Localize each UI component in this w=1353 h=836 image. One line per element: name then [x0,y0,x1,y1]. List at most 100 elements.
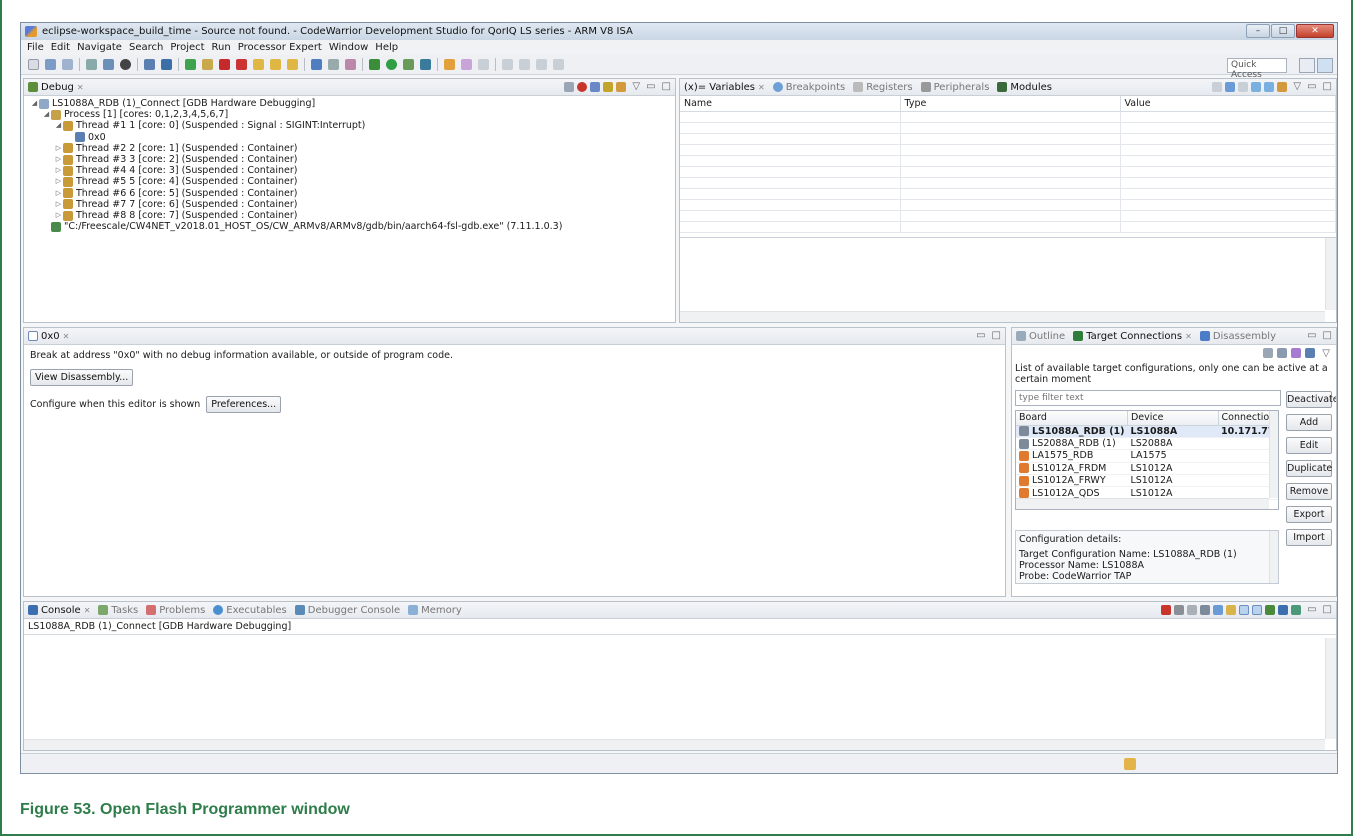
add-button[interactable]: Add [1286,414,1332,431]
add-global-variables-icon[interactable] [1251,81,1262,92]
target-config-row[interactable]: LS1012A_FRDM LS1012A [1016,462,1278,476]
preferences-button[interactable]: Preferences... [206,396,282,413]
tab-outline[interactable]: Outline [1016,331,1065,342]
target-config-row[interactable]: LS1012A_FRWY LS1012A [1016,474,1278,488]
minimize-button[interactable]: – [1246,24,1270,38]
connect-debug-icon[interactable] [590,81,601,92]
minimize-view-icon[interactable]: ▭ [646,81,655,92]
remove-all-terminated-icon[interactable] [1187,604,1198,615]
duplicate-button[interactable]: Duplicate [1286,460,1332,477]
step-mode-icon[interactable] [603,81,614,92]
show-on-stderr-icon[interactable] [1252,604,1263,615]
expand-toggle-icon[interactable]: ◢ [42,109,51,120]
tab-debug-close-icon[interactable]: ✕ [77,83,84,92]
debug-tree-item[interactable]: ▷ Thread #8 8 [core: 7] (Suspended : Cont… [30,210,675,221]
tab-console[interactable]: Console ✕ [28,605,90,616]
column-value[interactable]: Value [1120,96,1336,112]
tab-debug[interactable]: Debug ✕ [28,82,84,93]
tab-variables[interactable]: (x)= Variables ✕ [684,82,765,93]
minimize-view-icon[interactable]: ▽ [1293,81,1301,92]
new-icon[interactable] [28,59,39,70]
instruction-step-icon[interactable] [311,59,322,70]
maximize-button[interactable]: □ [1271,24,1295,38]
menu-window[interactable]: Window [329,42,368,53]
next-annotation-icon[interactable] [502,59,513,70]
target-config-row[interactable]: LS1088A_RDB (1) LS1088A 10.171.77 [1016,425,1278,438]
debug-tree-item[interactable]: ◢ LS1088A_RDB (1)_Connect [GDB Hardware D… [30,98,675,109]
resume-icon[interactable] [185,59,196,70]
debug-tree-item[interactable]: ▷ Thread #7 7 [core: 6] (Suspended : Cont… [30,199,675,210]
tab-registers[interactable]: Registers [853,82,913,93]
tab-variables-close-icon[interactable]: ✕ [758,83,765,92]
step-return-icon[interactable] [287,59,298,70]
show-logical-structure-icon[interactable] [1225,81,1236,92]
tab-executables[interactable]: Executables [213,605,287,616]
menu-navigate[interactable]: Navigate [77,42,122,53]
details-scrollbar[interactable] [1269,531,1278,583]
expand-toggle-icon[interactable]: ▷ [54,188,63,199]
target-settings-icon[interactable] [1305,348,1316,358]
terminal-icon[interactable] [144,59,155,70]
detail-horizontal-scrollbar[interactable] [680,311,1325,322]
debug-icon[interactable] [369,59,380,70]
view-menu-icon[interactable] [616,81,627,92]
column-device[interactable]: Device [1127,411,1219,426]
tab-target-connections-close-icon[interactable]: ✕ [1185,332,1192,341]
remove-global-variables-icon[interactable] [1264,81,1275,92]
debug-tree-item[interactable]: ▷ Thread #4 4 [core: 3] (Suspended : Cont… [30,165,675,176]
minimize-view-icon[interactable]: ▽ [632,81,640,92]
suspend-icon[interactable] [202,59,213,70]
connect-icon[interactable] [161,59,172,70]
minimize-view-icon[interactable]: ▭ [1307,81,1316,92]
target-table-horizontal-scrollbar[interactable] [1016,498,1269,509]
minimize-view-icon[interactable]: ▭ [976,330,985,341]
display-console-icon[interactable] [1278,604,1289,615]
view-menu-icon[interactable]: ▽ [1322,348,1330,359]
tab-disassembly[interactable]: Disassembly [1199,331,1276,342]
tab-problems[interactable]: Problems [146,605,205,616]
tab-breakpoints[interactable]: Breakpoints [772,82,845,93]
debug-tree-item[interactable]: ▷ Thread #6 6 [core: 5] (Suspended : Cont… [30,188,675,199]
detail-vertical-scrollbar[interactable] [1325,238,1336,310]
menu-run[interactable]: Run [212,42,231,53]
word-wrap-icon[interactable] [1226,604,1237,615]
show-type-names-icon[interactable] [1212,81,1223,92]
reset-icon[interactable] [328,59,339,70]
tab-0x0-close-icon[interactable]: ✕ [63,332,70,341]
expand-toggle-icon[interactable]: ▷ [54,176,63,187]
progress-icon[interactable] [1124,758,1136,770]
expand-toggle-icon[interactable]: ▷ [54,199,63,210]
pin-console-icon[interactable] [1265,604,1276,615]
terminate-icon[interactable] [1161,604,1172,615]
maximize-view-icon[interactable]: □ [1323,81,1332,92]
deactivate-button[interactable]: Deactivate [1286,391,1336,408]
show-on-stdout-icon[interactable] [1239,604,1250,615]
open-perspective-icon[interactable] [1299,58,1315,73]
minimize-view-icon[interactable]: ▭ [1307,330,1316,341]
remove-launch-icon[interactable] [1174,604,1185,615]
restart-icon[interactable] [345,59,356,70]
maximize-view-icon[interactable]: □ [1323,330,1332,341]
debug-tree-item[interactable]: ▷ Thread #3 3 [core: 2] (Suspended : Cont… [30,154,675,165]
expand-toggle-icon[interactable]: ▷ [54,165,63,176]
tab-tasks[interactable]: Tasks [98,605,138,616]
tab-target-connections[interactable]: Target Connections ✕ [1073,331,1192,342]
clear-console-icon[interactable] [1200,604,1211,615]
search-icon[interactable] [478,59,489,70]
column-name[interactable]: Name [680,96,901,112]
view-disassembly-button[interactable]: View Disassembly... [30,369,134,386]
print-icon[interactable] [86,59,97,70]
tab-memory[interactable]: Memory [408,605,462,616]
close-button[interactable]: ✕ [1296,24,1334,38]
save-icon[interactable] [45,59,56,70]
step-into-icon[interactable] [253,59,264,70]
menu-project[interactable]: Project [170,42,204,53]
expand-toggle-icon[interactable]: ▷ [54,210,63,221]
target-config-row[interactable]: LA1575_RDB LA1575 [1016,449,1278,463]
remove-terminated-icon[interactable] [564,81,575,92]
open-folder-icon[interactable] [444,59,455,70]
debug-tree-item[interactable]: 0x0 [30,132,675,143]
wand-icon[interactable] [461,59,472,70]
prev-annotation-icon[interactable] [519,59,530,70]
column-board[interactable]: Board [1016,411,1128,426]
